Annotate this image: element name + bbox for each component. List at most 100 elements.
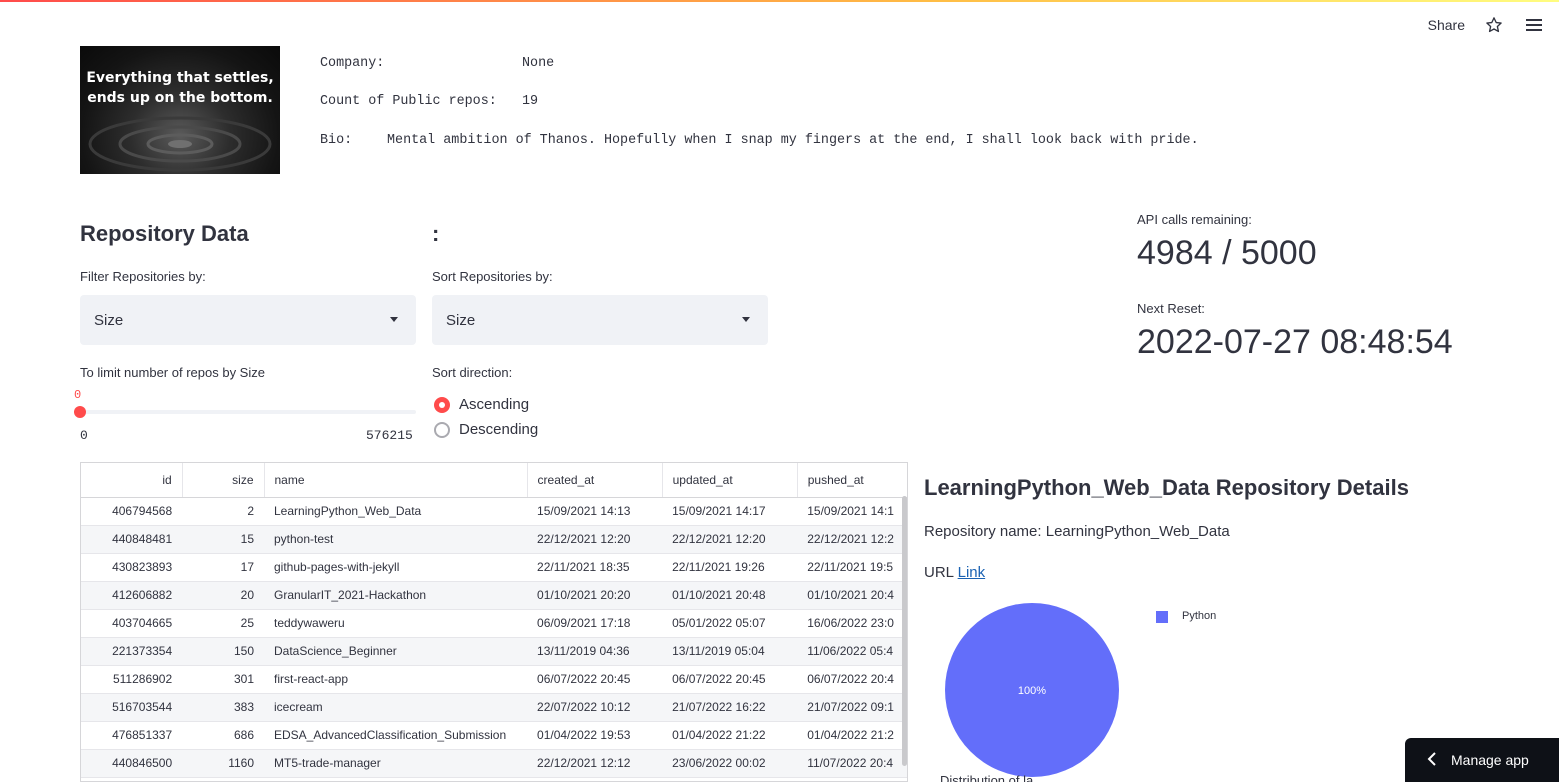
repos-count-label: Count of Public repos: (320, 94, 497, 109)
table-cell-id: 403704665 (81, 609, 183, 638)
table-cell-id: 406794568 (81, 497, 183, 526)
table-cell-size: 686 (182, 721, 264, 750)
api-calls-value: 4984 / 5000 (1137, 234, 1317, 272)
table-row[interactable]: 476851337 686 EDSA_AdvancedClassification_… (81, 721, 907, 750)
table-cell-size: 2 (182, 497, 264, 526)
repo-url-link[interactable]: Link (958, 564, 986, 581)
table-cell-created-at: 22/07/2022 10:12 (527, 693, 663, 722)
table-row[interactable]: 440848481 15 python-test 22/12/2021 12:20 22… (81, 525, 907, 554)
legend-label-python: Python (1182, 610, 1217, 622)
table-cell-size: 17 (182, 553, 264, 582)
hamburger-menu-icon[interactable] (1523, 14, 1545, 36)
table-cell-size: 301 (182, 665, 264, 694)
table-cell-pushed-at: 11/07/2022 20:4 (797, 749, 907, 778)
legend-swatch-python[interactable] (1156, 611, 1168, 623)
column-header-created-at[interactable]: created_at (527, 463, 663, 498)
chart-title-partial: Distribution of la (940, 773, 1034, 782)
table-cell-name: LearningPython_Web_Data (264, 497, 528, 526)
size-slider-track[interactable] (80, 410, 416, 414)
size-slider-thumb[interactable] (74, 406, 86, 418)
radio-descending-label: Descending (459, 421, 539, 438)
table-scrollbar[interactable] (902, 496, 907, 766)
bio-label: Bio: (320, 133, 353, 148)
api-calls-label: API calls remaining: (1137, 212, 1252, 227)
table-cell-created-at: 22/12/2021 12:20 (527, 525, 663, 554)
column-header-name[interactable]: name (264, 463, 528, 498)
limit-label: To limit number of repos by Size (80, 365, 265, 380)
chevron-down-icon (742, 317, 750, 322)
url-label: URL (924, 564, 954, 581)
repository-data-title: Repository Data (80, 221, 249, 246)
table-cell-name: icecream (264, 693, 528, 722)
table-cell-id: 440846500 (81, 749, 183, 778)
table-cell-size: 20 (182, 581, 264, 610)
next-reset-value: 2022-07-27 08:48:54 (1137, 323, 1453, 361)
table-cell-created-at: 01/10/2021 20:20 (527, 581, 663, 610)
table-cell-id: 221373354 (81, 637, 183, 666)
table-cell-size: 25 (182, 609, 264, 638)
table-cell-created-at: 06/09/2021 17:18 (527, 609, 663, 638)
table-cell-updated-at: 22/12/2021 12:20 (662, 525, 798, 554)
table-row[interactable]: 406794568 2 LearningPython_Web_Data 15/09/2… (81, 497, 907, 526)
sort-label: Sort Repositories by: (432, 269, 553, 284)
radio-ascending[interactable]: Ascending (434, 396, 529, 413)
table-cell-id: 412606882 (81, 581, 183, 610)
radio-ascending-label: Ascending (459, 396, 530, 413)
table-cell-updated-at: 06/07/2022 20:45 (662, 665, 798, 694)
table-cell-name: DataScience_Beginner (264, 637, 528, 666)
table-row[interactable]: 516703544 383 icecream 22/07/2022 10:12 21/0… (81, 693, 907, 722)
star-icon[interactable] (1483, 14, 1505, 36)
repo-details-title: LearningPython_Web_Data Repository Detai… (924, 475, 1409, 500)
column-header-updated-at[interactable]: updated_at (662, 463, 798, 498)
filter-select-value: Size (94, 311, 124, 329)
sort-direction-label: Sort direction: (432, 365, 513, 380)
table-row[interactable]: 412606882 20 GranularIT_2021-Hackathon 01/1… (81, 581, 907, 610)
sort-select[interactable]: Size (432, 295, 768, 345)
slider-min: 0 (80, 428, 88, 443)
table-row[interactable]: 511286902 301 first-react-app 06/07/2022 20… (81, 665, 907, 694)
share-button[interactable]: Share (1428, 17, 1465, 33)
filter-select[interactable]: Size (80, 295, 416, 345)
column-header-id[interactable]: id (81, 463, 183, 498)
table-cell-updated-at: 22/11/2021 19:26 (662, 553, 798, 582)
column-header-size[interactable]: size (182, 463, 265, 498)
table-cell-name: first-react-app (264, 665, 528, 694)
table-cell-name: teddywaweru (264, 609, 528, 638)
table-cell-id: 440848481 (81, 525, 183, 554)
radio-checked-icon (434, 396, 450, 413)
company-label: Company: (320, 56, 385, 71)
avatar-text-line2: ends up on the bottom. (87, 90, 273, 106)
table-row[interactable]: 221373354 150 DataScience_Beginner 13/11/20… (81, 637, 907, 666)
repo-url-row: URL Link (924, 564, 985, 581)
pie-slice-label: 100% (1018, 685, 1046, 697)
avatar: Everything that settles, ends up on the … (80, 46, 280, 174)
avatar-text-line1: Everything that settles, (86, 70, 274, 86)
table-cell-id: 516703544 (81, 693, 183, 722)
table-cell-name: EDSA_AdvancedClassification_Submission (264, 721, 528, 750)
table-cell-size: 15 (182, 525, 264, 554)
table-cell-name: python-test (264, 525, 528, 554)
table-cell-pushed-at: 06/07/2022 20:4 (797, 665, 907, 694)
chevron-down-icon (390, 317, 398, 322)
manage-app-label: Manage app (1451, 752, 1529, 768)
repo-table[interactable]: id size name created_at updated_at pushed_at … (80, 462, 908, 782)
manage-app-button[interactable]: Manage app (1405, 738, 1559, 782)
table-cell-updated-at: 21/07/2022 16:22 (662, 693, 798, 722)
bio-value: Mental ambition of Thanos. Hopefully whe… (387, 133, 1199, 148)
column-header-pushed-at[interactable]: pushed_at (797, 463, 907, 498)
table-row[interactable]: 440846500 1160 MT5-trade-manager 22/12/2021… (81, 749, 907, 778)
section-colon: : (432, 221, 440, 246)
radio-descending[interactable]: Descending (434, 421, 538, 438)
table-cell-name: github-pages-with-jekyll (264, 553, 528, 582)
table-cell-created-at: 01/04/2022 19:53 (527, 721, 663, 750)
table-cell-pushed-at: 01/10/2021 20:4 (797, 581, 907, 610)
table-row[interactable]: 430823893 17 github-pages-with-jekyll 22/11… (81, 553, 907, 582)
table-cell-pushed-at: 21/07/2022 09:1 (797, 693, 907, 722)
table-cell-created-at: 13/11/2019 04:36 (527, 637, 663, 666)
table-cell-updated-at: 13/11/2019 05:04 (662, 637, 798, 666)
table-row[interactable]: 403704665 25 teddywaweru 06/09/2021 17:18 05… (81, 609, 907, 638)
chevron-left-icon (1427, 751, 1437, 769)
table-cell-size: 1160 (182, 749, 264, 778)
table-cell-name: MT5-trade-manager (264, 749, 528, 778)
table-cell-updated-at: 23/06/2022 00:02 (662, 749, 798, 778)
